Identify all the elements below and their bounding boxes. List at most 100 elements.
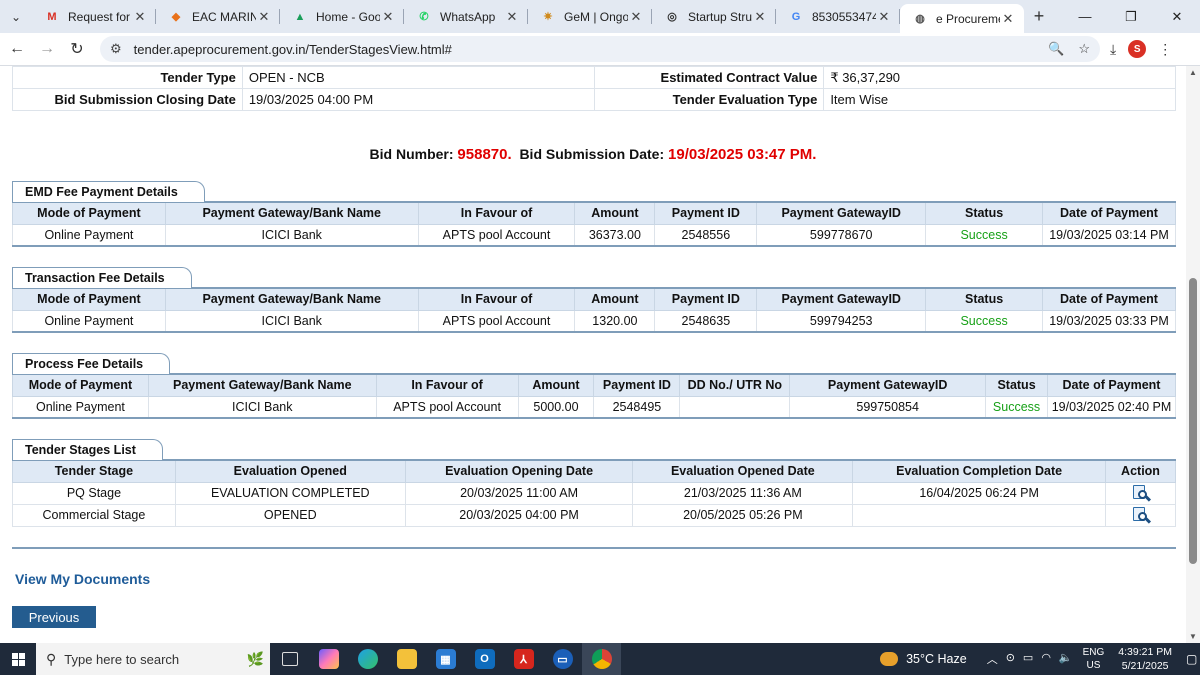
view-document-search-icon[interactable]: [1132, 507, 1151, 524]
column-header: Payment Gateway/Bank Name: [164, 288, 419, 311]
action-cell: [1105, 503, 1176, 527]
column-header: Amount: [517, 374, 595, 397]
start-button[interactable]: [0, 652, 36, 666]
menu-kebab-icon[interactable]: ⋮: [1158, 41, 1172, 58]
tab-close-icon[interactable]: ✕: [132, 9, 148, 25]
meet-icon[interactable]: ⊙: [1006, 651, 1015, 667]
view-my-documents-link[interactable]: View My Documents: [15, 571, 150, 587]
tab-search-chevron-icon[interactable]: ⌄: [0, 0, 32, 33]
weather-widget[interactable]: 35°C Haze: [880, 652, 967, 666]
wifi-icon[interactable]: ◠: [1041, 651, 1051, 667]
windows-taskbar: ⚲ Type here to search 🌿 ▦ O ⅄ ▭ 35°C Haz…: [0, 643, 1200, 675]
clock[interactable]: 4:39:21 PM 5/21/2025: [1118, 645, 1172, 673]
chrome-icon[interactable]: [582, 643, 621, 675]
table-cell: 2548556: [654, 223, 758, 247]
tab-close-icon[interactable]: ✕: [504, 9, 520, 25]
tab-close-icon[interactable]: ✕: [876, 9, 892, 25]
tab-close-icon[interactable]: ✕: [1000, 11, 1016, 27]
table-cell: 19/03/2025 03:14 PM: [1042, 223, 1176, 247]
language-indicator[interactable]: ENG US: [1083, 646, 1105, 672]
window-controls: — ❐ ✕: [1062, 9, 1200, 25]
browser-tab[interactable]: ✷ GeM | Ongoing B✕: [528, 0, 652, 33]
column-header: DD No./ UTR No: [679, 374, 791, 397]
tab-close-icon[interactable]: ✕: [752, 9, 768, 25]
browser-tab[interactable]: ◍ e Procurement✕: [900, 4, 1024, 33]
acrobat-icon[interactable]: ⅄: [504, 643, 543, 675]
tab-close-icon[interactable]: ✕: [380, 9, 396, 25]
bookmark-star-icon[interactable]: ☆: [1078, 41, 1090, 57]
browser-tab[interactable]: ◎ Startup Struggle✕: [652, 0, 776, 33]
column-header: Payment ID: [654, 202, 758, 225]
scroll-up-icon[interactable]: ▲: [1189, 68, 1197, 77]
gem-icon: ✷: [543, 11, 553, 23]
battery-icon[interactable]: ▭: [1023, 651, 1033, 667]
browser-tab[interactable]: ▲ Home - Google D✕: [280, 0, 404, 33]
column-header: In Favour of: [375, 374, 519, 397]
browser-tab[interactable]: G 8530553474 pho✕: [776, 0, 900, 33]
back-arrow-icon[interactable]: ←: [2, 40, 32, 58]
system-tray: 35°C Haze ︿ ⊙ ▭ ◠ 🔈 ENG US 4:39:21 PM 5/…: [880, 643, 1200, 675]
table-cell: 20/03/2025 11:00 AM: [404, 481, 634, 505]
column-header: Payment ID: [593, 374, 681, 397]
column-header: Payment GatewayID: [756, 202, 927, 225]
site-info-icon[interactable]: ⚙: [110, 41, 122, 57]
download-icon[interactable]: ⤓: [1110, 41, 1116, 58]
show-hidden-icons-icon[interactable]: ︿: [987, 651, 998, 667]
table-cell: [679, 395, 791, 419]
notification-icon[interactable]: ▢: [1186, 652, 1200, 666]
copilot-icon[interactable]: [309, 643, 348, 675]
bid-date-label: Bid Submission Date:: [519, 146, 665, 162]
bid-number: 958870.: [457, 146, 512, 163]
column-header: Status: [925, 202, 1044, 225]
tab-strip: ⌄ MRequest for Upd✕◆EAC MARINE✕▲Home - G…: [0, 0, 1200, 33]
remote-app-icon[interactable]: ▭: [543, 643, 582, 675]
tab-title: Startup Struggle: [688, 9, 752, 24]
profile-avatar[interactable]: S: [1128, 40, 1147, 58]
browser-tab[interactable]: ◆ EAC MARINE✕: [156, 0, 280, 33]
close-window-icon[interactable]: ✕: [1154, 9, 1200, 25]
table-cell: Success: [985, 395, 1049, 419]
process-table: Mode of Payment Payment Gateway/Bank Name…: [12, 373, 1176, 419]
table-cell: 599778670: [756, 223, 927, 247]
scroll-down-icon[interactable]: ▼: [1189, 632, 1197, 641]
page-scrollbar[interactable]: ▲ ▼: [1186, 66, 1200, 643]
table-cell: Online Payment: [12, 223, 166, 247]
microsoft-store-icon[interactable]: ▦: [426, 643, 465, 675]
maximize-icon[interactable]: ❐: [1108, 9, 1154, 25]
search-icon: ⚲: [46, 650, 57, 667]
tab-close-icon[interactable]: ✕: [628, 9, 644, 25]
reload-icon[interactable]: ↻: [62, 39, 92, 59]
browser-tab[interactable]: ✆ WhatsApp ✕: [404, 0, 528, 33]
address-bar[interactable]: ⚙ tender.apeprocurement.gov.in/TenderSta…: [100, 36, 1100, 62]
browser-tab[interactable]: M Request for Upd✕: [32, 0, 156, 33]
table-cell: EVALUATION COMPLETED: [174, 481, 406, 505]
outlook-icon[interactable]: O: [465, 643, 504, 675]
minimize-icon[interactable]: —: [1062, 9, 1108, 25]
file-explorer-icon[interactable]: [387, 643, 426, 675]
table-cell: 19/03/2025 03:33 PM: [1042, 309, 1176, 333]
tab-close-icon[interactable]: ✕: [256, 9, 272, 25]
table-cell: 20/03/2025 04:00 PM: [404, 503, 634, 527]
table-cell: Online Payment: [12, 395, 149, 419]
table-cell: Online Payment: [12, 309, 166, 333]
tab-title: 8530553474 pho: [812, 9, 876, 24]
weather-text: 35°C Haze: [906, 652, 967, 666]
lang-top: ENG: [1082, 647, 1105, 658]
taskbar-search[interactable]: ⚲ Type here to search 🌿: [36, 643, 270, 675]
tray-icons: ︿ ⊙ ▭ ◠ 🔈: [987, 651, 1073, 667]
forward-arrow-icon[interactable]: →: [32, 40, 62, 58]
stages-table: Tender Stage Evaluation Opened Evaluation …: [12, 459, 1176, 527]
zoom-icon[interactable]: 🔍: [1048, 41, 1064, 57]
scrollbar-thumb[interactable]: [1189, 278, 1197, 564]
view-document-search-icon[interactable]: [1132, 485, 1151, 502]
column-header: Date of Payment: [1042, 288, 1176, 311]
new-tab-button[interactable]: +: [1024, 6, 1054, 27]
edge-icon[interactable]: [348, 643, 387, 675]
tab-title: WhatsApp: [440, 9, 496, 24]
process-section-title: Process Fee Details: [12, 353, 171, 374]
task-view-icon[interactable]: [270, 643, 309, 675]
volume-icon[interactable]: 🔈: [1059, 651, 1073, 667]
previous-button[interactable]: Previous: [12, 606, 96, 628]
emd-section-title: EMD Fee Payment Details: [12, 181, 205, 202]
tender-info-row: Bid Submission Closing Date 19/03/2025 04…: [12, 88, 1176, 111]
